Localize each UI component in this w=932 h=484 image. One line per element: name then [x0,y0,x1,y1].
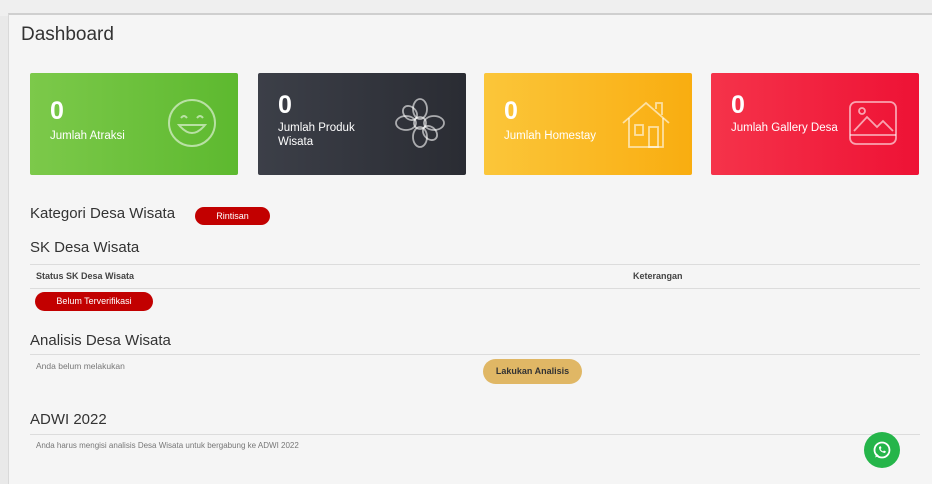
col-status-sk: Status SK Desa Wisata [36,271,134,281]
image-icon [849,101,897,145]
card-gallery-desa[interactable]: 0 Jumlah Gallery Desa [711,73,919,175]
card-label: Jumlah Atraksi [50,130,125,142]
analisis-title: Analisis Desa Wisata [30,332,171,349]
card-count: 0 [504,97,518,125]
sk-title: SK Desa Wisata [30,239,140,256]
flower-icon [395,98,445,148]
divider [30,288,920,289]
house-icon [622,101,670,148]
kategori-title: Kategori Desa Wisata [30,205,176,222]
divider [30,264,920,265]
smiley-icon [168,99,216,147]
card-produk-wisata[interactable]: 0 Jumlah Produk Wisata [258,73,466,175]
adwi-title: ADWI 2022 [30,411,107,428]
kategori-badge: Rintisan [195,207,270,225]
divider [30,354,920,355]
dashboard-panel: Dashboard 0 Jumlah Atraksi 0 Jumlah Prod… [8,13,932,484]
card-label: Jumlah Gallery Desa [731,122,838,134]
card-label: Jumlah Produk Wisata [278,122,355,148]
card-atraksi[interactable]: 0 Jumlah Atraksi [30,73,238,175]
whatsapp-icon [873,441,891,459]
adwi-message: Anda harus mengisi analisis Desa Wisata … [36,441,299,450]
card-label: Jumlah Homestay [504,130,597,142]
lakukan-analisis-button[interactable]: Lakukan Analisis [483,359,582,384]
whatsapp-button[interactable] [864,432,900,468]
card-count: 0 [278,91,292,119]
card-count: 0 [731,91,745,119]
status-badge: Belum Terverifikasi [35,292,153,311]
analisis-message: Anda belum melakukan [36,361,125,371]
divider [30,434,920,435]
col-keterangan: Keterangan [633,271,683,281]
card-homestay[interactable]: 0 Jumlah Homestay [484,73,692,175]
card-count: 0 [50,97,64,125]
page-title: Dashboard [21,24,114,45]
